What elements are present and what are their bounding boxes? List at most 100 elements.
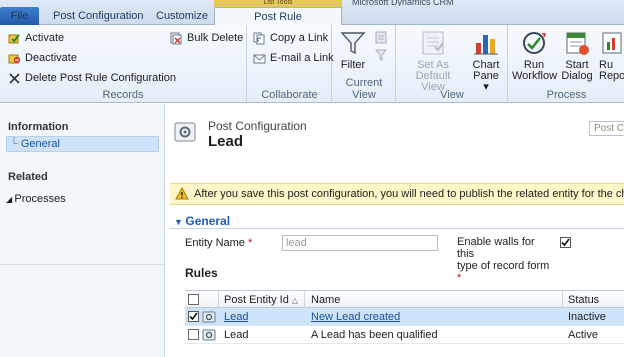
column-header-name[interactable]: Name (311, 291, 340, 309)
section-general[interactable]: ▼ General (174, 214, 230, 228)
nav-item-general-label: General (20, 138, 60, 150)
nav-divider (0, 264, 164, 265)
cell-name[interactable]: A Lead has been qualified (311, 326, 438, 344)
column-header-post-entity-id[interactable]: Post Entity Id △ (224, 291, 298, 309)
cell-name[interactable]: New Lead created (311, 308, 400, 326)
column-divider (218, 291, 219, 309)
app-title: Microsoft Dynamics CRM (352, 0, 454, 6)
tree-branch-icon: └ (10, 138, 21, 150)
enable-walls-label-line1: Enable walls for this (457, 236, 535, 260)
activate-label: Activate (25, 32, 65, 44)
tab-customize[interactable]: Customize (148, 7, 216, 25)
run-workflow-icon (523, 32, 547, 54)
enable-walls-label: Enable walls for this type of record for… (457, 236, 553, 284)
ribbon-tab-bar: File Post Configuration Customize List T… (0, 0, 624, 41)
rules-grid: Post Entity Id △ Name Status Lead New Le… (185, 290, 624, 344)
bulk-delete-label: Bulk Delete (187, 32, 244, 44)
section-general-title: General (185, 214, 231, 228)
email-link-button[interactable]: E-mail a Link (253, 49, 334, 67)
tab-file[interactable]: File (0, 7, 39, 25)
enable-walls-label-line2: type of record form (457, 260, 550, 272)
group-process: Run Workflow Start Dialog Ru Repo Proces… (509, 25, 624, 103)
nav-processes[interactable]: ◢ Processes (6, 193, 66, 205)
table-row[interactable]: Lead A Lead has been qualified Active (185, 326, 624, 344)
deactivate-label: Deactivate (25, 52, 77, 64)
cell-post-entity-id[interactable]: Lead (224, 326, 248, 344)
nav-related-heading: Related (8, 171, 48, 183)
group-records: Activate Deactivate Delete Post Rule Con… (0, 25, 247, 103)
delete-button[interactable]: Delete Post Rule Configuration (8, 69, 176, 87)
start-dialog-icon (566, 32, 589, 55)
nav-processes-label: Processes (14, 193, 66, 205)
group-current-view-label: Current View (345, 77, 383, 101)
record-icon (202, 329, 216, 341)
nav-information-heading: Information (8, 121, 69, 133)
post-configuration-icon (174, 122, 196, 142)
group-view: Set As Default View Chart Pane ▾ View (397, 25, 508, 103)
warning-icon (175, 187, 189, 200)
notification-text: After you save this post configuration, … (194, 188, 624, 200)
table-row[interactable]: Lead New Lead created Inactive (185, 308, 624, 326)
record-icon (202, 311, 216, 323)
delete-icon (9, 72, 20, 84)
bulk-delete-button[interactable]: Bulk Delete (170, 29, 243, 47)
group-collaborate: Copy a Link E-mail a Link Collaborate (248, 25, 334, 103)
group-collaborate-label: Collaborate (261, 89, 318, 101)
recommended-marker: * (457, 272, 462, 284)
enable-walls-checkbox[interactable] (560, 237, 571, 248)
cell-post-entity-id[interactable]: Lead (224, 308, 248, 326)
chart-pane-button[interactable]: Chart Pane ▾ (469, 29, 503, 93)
copy-link-button[interactable]: Copy a Link (253, 29, 328, 47)
tab-post-configuration[interactable]: Post Configuration (45, 7, 152, 25)
contextual-tab-group: List Tools (214, 0, 342, 7)
tab-post-rule-configurations[interactable]: Post Rule Configurations (214, 7, 342, 41)
filter-label: Filter (340, 59, 366, 71)
contextual-tab-group-label: List Tools (263, 0, 293, 6)
clear-filter-icon (375, 31, 387, 44)
email-link-label: E-mail a Link (270, 52, 334, 64)
run-report-button[interactable]: Ru Repo (599, 29, 624, 82)
activate-button[interactable]: Activate (8, 29, 64, 47)
chart-pane-icon (474, 35, 498, 55)
ribbon: Activate Deactivate Delete Post Rule Con… (0, 25, 624, 103)
entity-name-label-text: Entity Name (185, 237, 245, 249)
set-default-view-button[interactable]: Set As Default View (400, 29, 466, 93)
filter-button[interactable]: Filter (338, 29, 368, 71)
run-report-icon (602, 32, 622, 54)
delete-label: Delete Post Rule Configuration (25, 72, 177, 84)
activate-icon (8, 33, 20, 43)
run-report-label-2: Repo (599, 70, 624, 82)
required-marker: * (244, 237, 253, 249)
nav-item-general[interactable]: └ General (6, 136, 159, 152)
deactivate-icon (8, 54, 21, 63)
cell-status: Active (568, 329, 598, 341)
bulk-delete-icon (170, 32, 182, 44)
entity-name-field[interactable]: lead (282, 235, 438, 251)
copy-link-label: Copy a Link (270, 32, 329, 44)
rules-label: Rules (185, 266, 218, 280)
column-header-status[interactable]: Status (568, 291, 599, 309)
record-title: Lead (208, 133, 244, 150)
select-all-checkbox[interactable] (188, 294, 199, 305)
run-workflow-button[interactable]: Run Workflow (512, 29, 558, 82)
row-checkbox[interactable] (188, 311, 199, 322)
copy-link-icon (253, 32, 265, 44)
group-records-label: Records (102, 89, 144, 101)
group-view-label: View (440, 89, 464, 101)
row-checkbox[interactable] (188, 329, 199, 340)
start-dialog-button[interactable]: Start Dialog (560, 29, 594, 82)
form-selector[interactable]: Post Co (589, 121, 624, 136)
start-dialog-label-2: Dialog (561, 70, 593, 82)
set-default-view-icon (422, 31, 444, 55)
deactivate-button[interactable]: Deactivate (8, 49, 77, 67)
advanced-find-icon (374, 49, 388, 61)
left-navigation: Information └ General Related ◢ Processe… (0, 104, 165, 357)
entity-type-label: Post Configuration (208, 119, 307, 133)
section-divider (170, 228, 624, 229)
grid-header-row: Post Entity Id △ Name Status (185, 290, 624, 309)
run-workflow-label-2: Workflow (512, 70, 558, 82)
group-current-view: Filter Current View (333, 25, 396, 103)
column-divider (562, 291, 563, 309)
collapse-icon: ▼ (174, 217, 186, 227)
cell-status: Inactive (568, 311, 606, 323)
